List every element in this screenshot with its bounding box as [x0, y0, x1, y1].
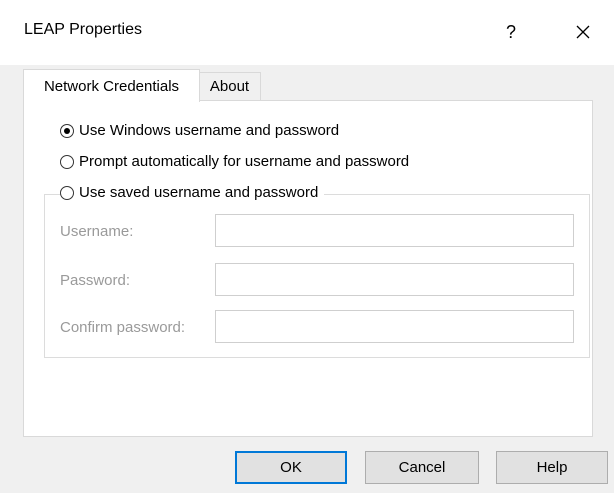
- username-field[interactable]: [215, 214, 574, 247]
- close-icon: [576, 25, 590, 39]
- window-title: LEAP Properties: [24, 21, 142, 38]
- leap-properties-dialog: LEAP Properties ? Network Credentials Ab…: [0, 0, 614, 493]
- tab-network-credentials[interactable]: Network Credentials: [23, 69, 200, 102]
- title-bar: LEAP Properties ?: [0, 0, 614, 65]
- password-label: Password:: [60, 272, 131, 289]
- tab-about[interactable]: About: [199, 72, 261, 101]
- confirm-password-field[interactable]: [215, 310, 574, 343]
- cancel-button[interactable]: Cancel: [365, 451, 479, 484]
- radio-label-use-windows: Use Windows username and password: [79, 122, 340, 139]
- radio-unselected-indicator: [60, 154, 74, 169]
- username-label: Username:: [60, 223, 134, 240]
- help-question-button[interactable]: ?: [493, 14, 529, 50]
- ok-button[interactable]: OK: [235, 451, 347, 484]
- confirm-password-label: Confirm password:: [60, 319, 186, 336]
- close-button[interactable]: [563, 14, 603, 50]
- password-field[interactable]: [215, 263, 574, 296]
- radio-selected-indicator: [60, 123, 74, 138]
- help-button[interactable]: Help: [496, 451, 608, 484]
- radio-prompt-automatically[interactable]: Prompt automatically for username and pa…: [60, 153, 416, 170]
- radio-use-windows-credentials[interactable]: Use Windows username and password: [60, 122, 346, 139]
- radio-label-prompt-automatically: Prompt automatically for username and pa…: [79, 153, 410, 170]
- radio-label-use-saved: Use saved username and password: [79, 184, 319, 201]
- radio-unselected-indicator: [60, 185, 74, 200]
- radio-use-saved-credentials[interactable]: Use saved username and password: [60, 184, 325, 201]
